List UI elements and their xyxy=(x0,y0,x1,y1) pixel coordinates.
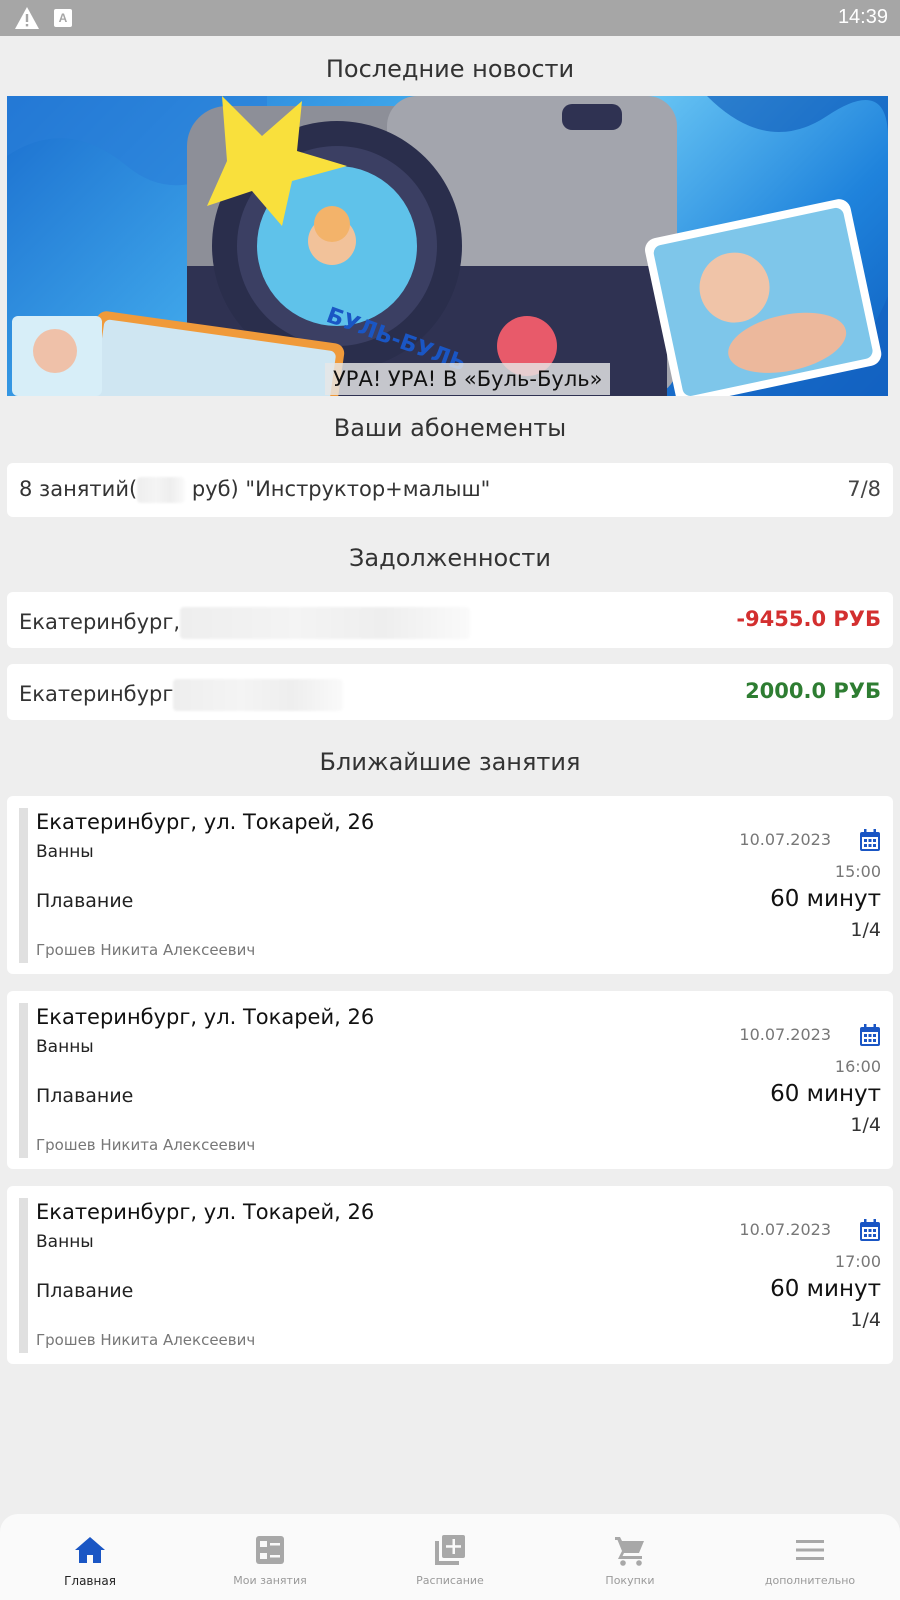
lesson-accent-bar xyxy=(19,808,28,963)
subscription-label: 8 занятий( руб) "Инструктор+малыш" xyxy=(19,477,490,503)
lesson-teacher: Грошев Никита Алексеевич xyxy=(36,1331,256,1349)
menu-icon xyxy=(796,1540,824,1560)
news-title: Последние новости xyxy=(325,55,575,83)
debt-city: Екатеринбург xyxy=(19,682,174,706)
lesson-duration: 60 минут xyxy=(770,1276,881,1302)
debt-amount: -9455.0 РУБ xyxy=(736,607,881,631)
subscription-label-prefix: 8 занятий( xyxy=(19,477,138,501)
lesson-room: Ванны xyxy=(36,842,94,862)
redacted-price xyxy=(137,477,186,503)
nav-my-lessons[interactable]: Мои занятия xyxy=(180,1514,360,1600)
calendar-icon xyxy=(860,1219,880,1241)
lesson-time: 17:00 xyxy=(834,1252,881,1271)
subscription-card[interactable]: 8 занятий( руб) "Инструктор+малыш" 7/8 xyxy=(7,463,893,517)
nav-purchases[interactable]: Покупки xyxy=(540,1514,720,1600)
lesson-room: Ванны xyxy=(36,1232,94,1252)
lesson-kind: Плавание xyxy=(36,1280,134,1302)
nav-purchases-label: Покупки xyxy=(605,1574,655,1587)
lesson-teacher: Грошев Никита Алексеевич xyxy=(36,941,256,959)
nav-more[interactable]: дополнительно xyxy=(720,1514,900,1600)
lesson-time: 16:00 xyxy=(834,1057,881,1076)
lesson-room: Ванны xyxy=(36,1037,94,1057)
debt-amount: 2000.0 РУБ xyxy=(745,679,881,703)
nav-more-label: дополнительно xyxy=(764,1574,856,1587)
nav-schedule[interactable]: Расписание xyxy=(360,1514,540,1600)
lesson-card[interactable]: Екатеринбург, ул. Токарей, 26 Ванны Плав… xyxy=(7,991,893,1169)
redacted-address xyxy=(173,679,344,711)
debt-row[interactable]: Екатеринбург, -9455.0 РУБ xyxy=(7,592,893,648)
warning-icon xyxy=(15,7,39,29)
lesson-teacher: Грошев Никита Алексеевич xyxy=(36,1136,256,1154)
lesson-count: 1/4 xyxy=(850,1114,881,1136)
notification-icon: A xyxy=(54,9,72,27)
lesson-date: 10.07.2023 xyxy=(739,1220,831,1239)
subscriptions-title: Ваши абонементы xyxy=(333,414,567,442)
calendar-icon xyxy=(860,829,880,851)
library-add-icon xyxy=(435,1535,465,1565)
nav-schedule-label: Расписание xyxy=(416,1574,484,1587)
news-banner[interactable]: БУЛЬ-БУЛЬ УРА! УРА! В «Буль-Буль» xyxy=(7,96,888,396)
nav-my-lessons-label: Мои занятия xyxy=(233,1574,307,1587)
debt-city: Екатеринбург, xyxy=(19,610,181,634)
debt-location: Екатеринбург xyxy=(19,679,344,711)
redacted-address xyxy=(180,607,471,639)
lesson-accent-bar xyxy=(19,1003,28,1158)
nav-home[interactable]: Главная xyxy=(0,1514,180,1600)
calendar-icon xyxy=(860,1024,880,1046)
lesson-address: Екатеринбург, ул. Токарей, 26 xyxy=(36,810,375,834)
lesson-date: 10.07.2023 xyxy=(739,1025,831,1044)
lesson-card[interactable]: Екатеринбург, ул. Токарей, 26 Ванны Плав… xyxy=(7,1186,893,1364)
debt-location: Екатеринбург, xyxy=(19,607,471,639)
lesson-date: 10.07.2023 xyxy=(739,830,831,849)
lesson-address: Екатеринбург, ул. Токарей, 26 xyxy=(36,1005,375,1029)
lesson-card[interactable]: Екатеринбург, ул. Токарей, 26 Ванны Плав… xyxy=(7,796,893,974)
bottom-navigation: Главная Мои занятия Расписание Покупки д… xyxy=(0,1514,900,1600)
lesson-count: 1/4 xyxy=(850,1309,881,1331)
upcoming-title: Ближайшие занятия xyxy=(319,748,581,776)
lesson-address: Екатеринбург, ул. Токарей, 26 xyxy=(36,1200,375,1224)
banner-illustration: БУЛЬ-БУЛЬ xyxy=(7,96,888,396)
debts-title: Задолженности xyxy=(349,544,551,572)
subscription-label-suffix: руб) "Инструктор+малыш" xyxy=(191,477,491,501)
home-icon xyxy=(75,1537,105,1563)
subscription-count: 7/8 xyxy=(847,477,881,501)
status-bar: A 14:39 xyxy=(0,0,900,36)
nav-home-label: Главная xyxy=(64,1574,116,1588)
lesson-kind: Плавание xyxy=(36,1085,134,1107)
status-time: 14:39 xyxy=(837,6,888,28)
dashboard-icon xyxy=(256,1536,284,1564)
cart-icon xyxy=(615,1537,644,1566)
lesson-kind: Плавание xyxy=(36,890,134,912)
lesson-count: 1/4 xyxy=(850,919,881,941)
lesson-accent-bar xyxy=(19,1198,28,1353)
lesson-duration: 60 минут xyxy=(770,886,881,912)
banner-caption: УРА! УРА! В «Буль-Буль» xyxy=(325,363,611,395)
lesson-duration: 60 минут xyxy=(770,1081,881,1107)
debt-row[interactable]: Екатеринбург 2000.0 РУБ xyxy=(7,664,893,720)
lesson-time: 15:00 xyxy=(834,862,881,881)
